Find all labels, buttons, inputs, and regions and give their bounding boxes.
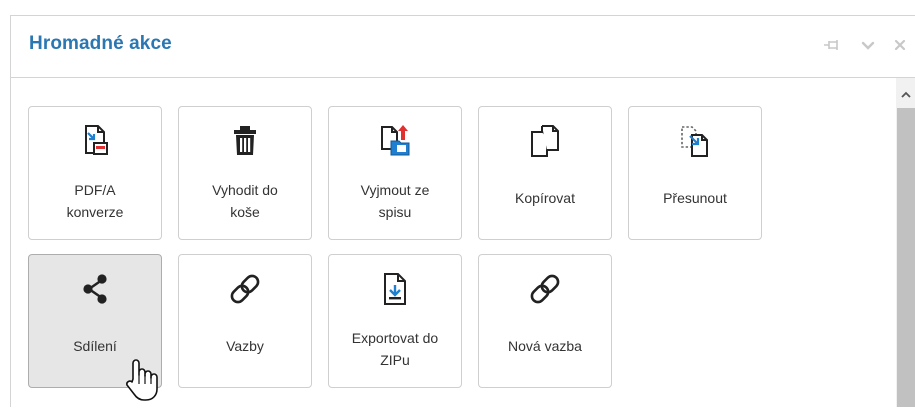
action-label: Vyjmout ze spisu [360,182,430,220]
action-pdfa-conversion-button[interactable]: PDF/A konverze [28,106,162,240]
action-label: Vyhodit do koše [212,182,278,220]
pin-icon[interactable] [822,35,842,55]
action-copy-button[interactable]: Kopírovat [478,106,612,240]
action-label: Přesunout [663,190,727,206]
remove-from-file-icon [377,123,413,159]
action-label: Kopírovat [515,190,575,206]
move-icon [677,123,713,159]
panel-header-controls [822,35,912,55]
export-zip-icon [377,271,413,307]
scrollbar-thumb[interactable] [897,108,915,407]
action-remove-from-file-button[interactable]: Vyjmout ze spisu [328,106,462,240]
scroll-up-arrow-icon[interactable] [896,88,915,102]
hand-cursor-icon [122,357,162,403]
panel-title: Hromadné akce [29,33,172,54]
bulk-actions-panel: Hromadné akce PDF/A konverze Vyhodit do … [10,15,915,407]
action-relations-button[interactable]: Vazby [178,254,312,388]
copy-icon [527,123,563,159]
link-icon [227,271,263,307]
action-new-relation-button[interactable]: Nová vazba [478,254,612,388]
action-label: PDF/A konverze [66,182,124,220]
link-icon [527,271,563,307]
close-icon[interactable] [890,35,910,55]
action-label: Nová vazba [508,338,582,354]
action-label: Exportovat do ZIPu [351,330,439,368]
action-move-button[interactable]: Přesunout [628,106,762,240]
action-move-to-trash-button[interactable]: Vyhodit do koše [178,106,312,240]
chevron-down-icon[interactable] [858,35,878,55]
action-label: Vazby [226,338,264,354]
action-export-zip-button[interactable]: Exportovat do ZIPu [328,254,462,388]
action-label: Sdílení [73,338,117,354]
panel-header: Hromadné akce [11,16,915,78]
trash-icon [227,123,263,159]
share-icon [77,271,113,307]
pdf-convert-icon [77,123,113,159]
